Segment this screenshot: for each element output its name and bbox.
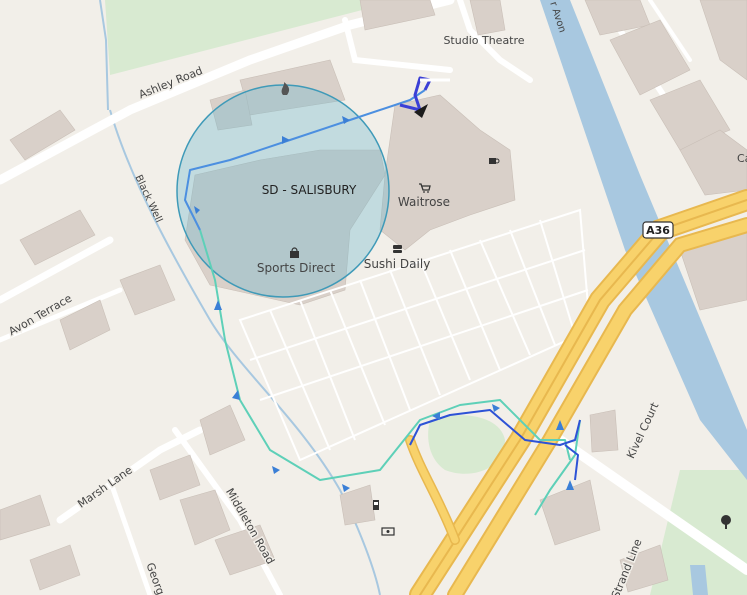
kivel-court-label: Kivel Court: [624, 400, 662, 461]
edge-street-label: Ca: [737, 152, 747, 165]
fuel-pump-icon: [373, 500, 379, 510]
studio-theatre-label: Studio Theatre: [443, 34, 524, 47]
sushi-daily-label: Sushi Daily: [364, 257, 431, 271]
road-shield-label: A36: [646, 224, 670, 237]
waitrose-label: Waitrose: [398, 195, 450, 209]
sushi-icon: [393, 245, 402, 253]
a36-road-shield: A36: [642, 221, 674, 239]
geofence-label: SD - SALISBURY: [262, 183, 357, 197]
sports-direct-label: Sports Direct: [257, 261, 336, 275]
map-canvas[interactable]: A36 SD - SALISBURY Studio Theatre Waitro…: [0, 0, 747, 595]
atm-icon: [381, 527, 395, 536]
canal: [690, 565, 708, 595]
black-well-label: Black Well: [132, 173, 164, 224]
marsh-lane-label: Marsh Lane: [75, 463, 135, 510]
